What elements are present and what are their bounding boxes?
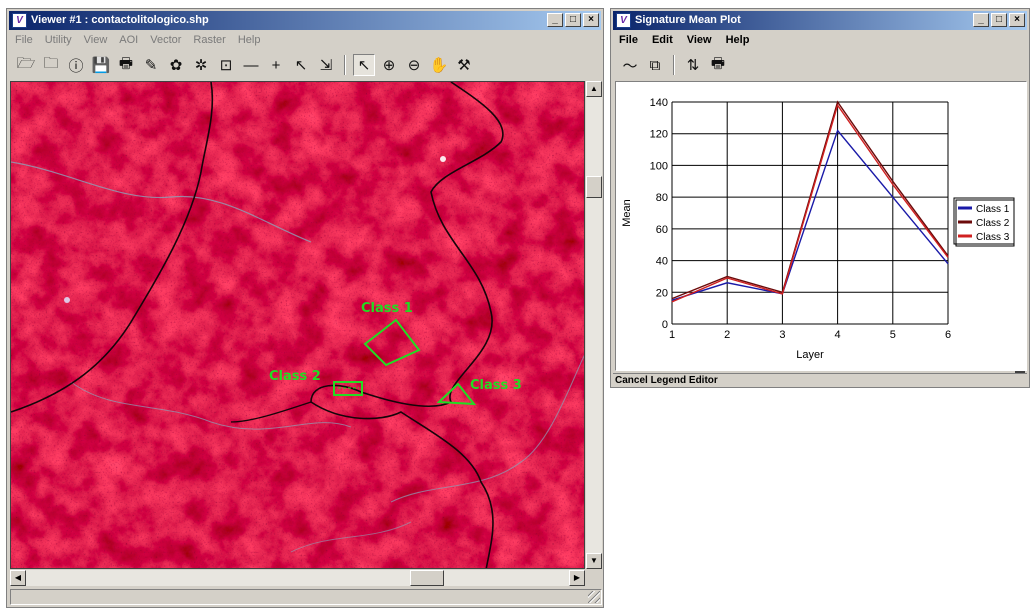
viewer-menu-item[interactable]: File	[15, 34, 33, 46]
series-line-class-3	[671, 103, 949, 303]
legend-label: Class 3	[976, 232, 1010, 243]
signature-plot-area: 0 20 40 60 80 100 120 140 1 2 3 4 5 6 Layer Mean Class 1…	[615, 81, 1027, 371]
viewer-status-bar	[10, 589, 602, 605]
signature-menu-item[interactable]: File	[619, 34, 638, 46]
x-tick-label: 5	[890, 329, 896, 341]
y-tick-label: 40	[656, 256, 668, 268]
y-tick-label: 0	[662, 319, 668, 331]
horizontal-scroll-thumb[interactable]	[410, 570, 444, 586]
x-tick-label: 2	[724, 329, 730, 341]
map-vertical-scrollbar[interactable]: ▲ ▼	[586, 81, 602, 569]
y-axis-label: Mean	[621, 199, 633, 227]
print-icon[interactable]: 🖶	[115, 54, 137, 76]
bright-spot	[440, 156, 446, 162]
viewer-app-icon: V	[12, 13, 27, 28]
line-icon[interactable]: —	[240, 54, 262, 76]
signature-menu-bar: File Edit View Help	[613, 31, 1027, 49]
zoom-out-icon[interactable]: ⊖	[403, 54, 425, 76]
viewer-title: Viewer #1 : contactolitologico.shp	[31, 14, 209, 26]
toolbar-separator	[344, 55, 346, 75]
viewer-menu-item[interactable]: Raster	[193, 34, 225, 46]
info-icon[interactable]: ⓘ	[65, 54, 87, 76]
x-tick-label: 4	[835, 329, 841, 341]
y-tick-label: 140	[650, 97, 668, 109]
signature-maximize-button[interactable]: □	[991, 13, 1007, 27]
viewer-menu-item[interactable]: Vector	[150, 34, 181, 46]
class-2-label: Class 2	[269, 369, 321, 384]
profile-icon[interactable]: ⇲	[315, 54, 337, 76]
resize-grip-icon[interactable]	[588, 591, 600, 603]
zoom-fit-icon[interactable]: ✿	[165, 54, 187, 76]
viewer-menu-bar: File Utility View AOI Vector Raster Help	[9, 31, 601, 49]
multi-signature-icon[interactable]: ⧉	[644, 54, 666, 76]
cursor-icon[interactable]: ↖	[290, 54, 312, 76]
viewer-menu-item[interactable]: AOI	[119, 34, 138, 46]
select-arrow-icon[interactable]: ↖	[353, 54, 375, 76]
pan-hand-icon[interactable]: ✋	[428, 54, 450, 76]
viewer-close-button[interactable]: ×	[583, 13, 599, 27]
viewer-menu-item[interactable]: Utility	[45, 34, 72, 46]
legend-label: Class 2	[976, 218, 1010, 229]
viewer-maximize-button[interactable]: □	[565, 13, 581, 27]
snowflake-icon[interactable]: ✲	[190, 54, 212, 76]
signature-title: Signature Mean Plot	[635, 14, 741, 26]
x-tick-label: 3	[779, 329, 785, 341]
signature-window-controls: _ □ ×	[973, 13, 1025, 27]
signature-close-button[interactable]: ×	[1009, 13, 1025, 27]
signature-app-icon: V	[616, 13, 631, 28]
signature-menu-item[interactable]: Help	[726, 34, 750, 46]
bright-spot	[64, 297, 70, 303]
satellite-image	[11, 82, 584, 568]
x-axis-label: Layer	[796, 349, 824, 361]
scroll-down-button[interactable]: ▼	[586, 553, 602, 569]
y-tick-label: 60	[656, 224, 668, 236]
viewer-menu-item[interactable]: View	[84, 34, 108, 46]
open-folder-icon[interactable]: 🗁	[15, 54, 37, 76]
toolbar-separator	[673, 55, 675, 75]
pencil-icon[interactable]: ✎	[140, 54, 162, 76]
scroll-left-button[interactable]: ◀	[10, 570, 26, 586]
viewer-window-controls: _ □ ×	[547, 13, 599, 27]
y-tick-label: 20	[656, 287, 668, 299]
measure-icon[interactable]: ⊡	[215, 54, 237, 76]
y-tick-label: 80	[656, 192, 668, 204]
y-tick-label: 100	[650, 160, 668, 172]
x-tick-label: 1	[669, 329, 675, 341]
series-line-class-1	[671, 129, 949, 301]
y-tick-label: 120	[650, 129, 668, 141]
open-layer-icon[interactable]: 🗀	[40, 54, 62, 76]
map-horizontal-scrollbar[interactable]: ◀ ▶	[10, 570, 585, 586]
vertical-scroll-thumb[interactable]	[586, 176, 602, 198]
viewer-menu-item[interactable]: Help	[238, 34, 261, 46]
signature-menu-item[interactable]: View	[687, 34, 712, 46]
signature-menu-item[interactable]: Edit	[652, 34, 673, 46]
scroll-up-button[interactable]: ▲	[586, 81, 602, 97]
switch-icon[interactable]: ⇅	[682, 54, 704, 76]
viewer-toolbar: 🗁 🗀 ⓘ 💾 🖶 ✎ ✿ ✲ ⊡ — + ↖ ⇲ ↖ ⊕ ⊖ ✋ ⚒	[9, 51, 601, 79]
crosshair-icon[interactable]: +	[265, 54, 287, 76]
zoom-in-icon[interactable]: ⊕	[378, 54, 400, 76]
viewer-window: V Viewer #1 : contactolitologico.shp _ □…	[6, 8, 604, 608]
class-1-label: Class 1	[361, 301, 413, 316]
signature-mean-chart: 0 20 40 60 80 100 120 140 1 2 3 4 5 6 Layer Mean Class 1…	[621, 97, 1015, 361]
save-icon[interactable]: 💾	[90, 54, 112, 76]
x-tick-label: 6	[945, 329, 951, 341]
line-style-icon[interactable]: 〜	[619, 54, 641, 76]
map-canvas[interactable]: Class 1 Class 2 Class 3	[10, 81, 585, 569]
class-3-label: Class 3	[470, 378, 522, 393]
scroll-right-button[interactable]: ▶	[569, 570, 585, 586]
signature-minimize-button[interactable]: _	[973, 13, 989, 27]
terrain-speckle	[11, 82, 584, 568]
signature-status-text: Cancel Legend Editor	[613, 373, 1027, 387]
print-icon[interactable]: 🖶	[707, 54, 729, 76]
signature-toolbar: 〜 ⧉ ⇅ 🖶	[613, 51, 1027, 79]
inquire-icon[interactable]: ⚒	[453, 54, 475, 76]
signature-plot-window: V Signature Mean Plot _ □ × File Edit View…	[610, 8, 1030, 388]
viewer-title-bar[interactable]: V Viewer #1 : contactolitologico.shp _ □…	[9, 11, 601, 30]
signature-title-bar[interactable]: V Signature Mean Plot _ □ ×	[613, 11, 1027, 30]
legend-label: Class 1	[976, 204, 1010, 215]
viewer-minimize-button[interactable]: _	[547, 13, 563, 27]
